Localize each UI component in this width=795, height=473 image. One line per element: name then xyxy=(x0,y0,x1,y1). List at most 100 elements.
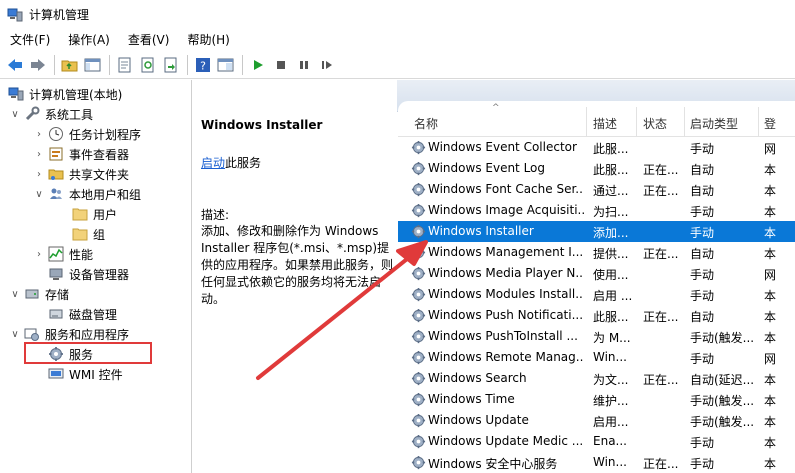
table-row[interactable]: Windows Time 维护... 手动(触发... 本 xyxy=(398,389,795,410)
table-row[interactable]: Windows Event Collector 此服... 手动 网 xyxy=(398,137,795,158)
service-name-cell: Windows 安全中心服务 xyxy=(428,457,558,471)
console-tree-icon[interactable] xyxy=(82,54,104,76)
service-gear-icon xyxy=(411,182,426,197)
expanded-chevron-icon[interactable]: ∨ xyxy=(10,104,20,124)
start-service-link[interactable]: 启动 xyxy=(201,156,225,170)
collapsed-chevron-icon[interactable]: › xyxy=(34,164,44,184)
refresh-icon[interactable] xyxy=(137,54,159,76)
expanded-chevron-icon[interactable]: ∨ xyxy=(10,284,20,304)
table-row[interactable]: Windows Remote Manag... Win... 手动 网 xyxy=(398,347,795,368)
service-logon-cell: 网 xyxy=(764,352,777,366)
service-logon-cell: 本 xyxy=(764,331,777,345)
tree-item[interactable]: 用户 xyxy=(58,204,117,224)
table-row[interactable]: Windows Management I... 提供... 正在... 自动 本 xyxy=(398,242,795,263)
up-folder-icon[interactable] xyxy=(59,54,81,76)
export-list-icon[interactable] xyxy=(160,54,182,76)
service-startup-type-cell: 自动 xyxy=(690,247,715,261)
toolbar-separator xyxy=(54,54,55,75)
service-logon-cell: 本 xyxy=(764,226,777,240)
collapsed-chevron-icon[interactable]: › xyxy=(34,144,44,164)
column-divider[interactable] xyxy=(758,107,759,137)
wmi-icon xyxy=(48,366,64,382)
service-description-cell: Win... xyxy=(593,350,627,364)
disk-icon xyxy=(48,306,64,322)
tree-item[interactable]: › 事件查看器 xyxy=(34,144,129,164)
service-description-cell: 为扫... xyxy=(593,205,629,219)
properties-icon[interactable] xyxy=(114,54,136,76)
menu-help[interactable]: 帮助(H) xyxy=(177,29,237,51)
table-row[interactable]: Windows Update Medic ... Ena... 手动 本 xyxy=(398,431,795,452)
table-row[interactable]: Windows Installer 添加... 手动 本 xyxy=(398,221,795,242)
table-row[interactable]: Windows Push Notificati... 此服... 正在... 自动 本 xyxy=(398,305,795,326)
collapsed-chevron-icon[interactable]: › xyxy=(34,244,44,264)
column-header-startup-type[interactable]: 启动类型 xyxy=(690,115,738,132)
start-service-icon[interactable] xyxy=(247,54,269,76)
tree-item[interactable]: 设备管理器 xyxy=(34,264,129,284)
service-name-cell: Windows Management I... xyxy=(428,245,584,259)
title-bar: 计算机管理 xyxy=(0,0,795,29)
back-arrow-icon[interactable] xyxy=(4,54,26,76)
collapsed-chevron-icon[interactable]: › xyxy=(34,124,44,144)
stop-service-icon[interactable] xyxy=(270,54,292,76)
tree-item[interactable]: 组 xyxy=(58,224,105,244)
service-startup-type-cell: 手动 xyxy=(690,352,715,366)
table-row[interactable]: Windows Media Player N... 使用... 手动 网 xyxy=(398,263,795,284)
service-startup-type-cell: 手动 xyxy=(690,289,715,303)
table-row[interactable]: Windows 安全中心服务 Win... 正在... 手动 本 xyxy=(398,452,795,473)
service-startup-type-cell: 手动(触发... xyxy=(690,331,755,345)
menu-action[interactable]: 操作(A) xyxy=(58,29,118,51)
service-status-cell: 正在... xyxy=(643,457,679,471)
service-startup-type-cell: 自动(延迟... xyxy=(690,373,755,387)
table-row[interactable]: Windows Font Cache Ser... 通过... 正在... 自动 本 xyxy=(398,179,795,200)
tree-item-label: 磁盘管理 xyxy=(69,307,118,322)
column-header-logon[interactable]: 登 xyxy=(764,115,776,132)
help-icon[interactable]: ? xyxy=(192,54,214,76)
expanded-chevron-icon[interactable]: ∨ xyxy=(10,324,20,344)
sort-ascending-icon: ^ xyxy=(492,103,500,113)
tree-item-label: 任务计划程序 xyxy=(69,127,142,142)
tree-item[interactable]: 磁盘管理 xyxy=(34,304,117,324)
service-status-cell: 正在... xyxy=(643,184,679,198)
table-row[interactable]: Windows Update 启用... 手动(触发... 本 xyxy=(398,410,795,431)
table-row[interactable]: Windows Modules Install... 启用 ... 手动 本 xyxy=(398,284,795,305)
service-name-cell: Windows Modules Install... xyxy=(428,287,584,301)
action-pane-icon[interactable] xyxy=(215,54,237,76)
column-divider[interactable] xyxy=(684,107,685,137)
tree-item[interactable]: ∨ 服务和应用程序 xyxy=(10,324,129,344)
tree-item[interactable]: WMI 控件 xyxy=(34,364,123,384)
tree-item[interactable]: › 共享文件夹 xyxy=(34,164,129,184)
restart-service-icon[interactable] xyxy=(316,54,338,76)
menu-file[interactable]: 文件(F) xyxy=(0,29,58,51)
service-name-cell: Windows Event Log xyxy=(428,161,546,175)
column-divider[interactable] xyxy=(586,107,587,137)
tree-item[interactable]: ∨ 存储 xyxy=(10,284,69,304)
table-row[interactable]: Windows Search 为文... 正在... 自动(延迟... 本 xyxy=(398,368,795,389)
column-header-status[interactable]: 状态 xyxy=(643,115,667,132)
pause-service-icon[interactable] xyxy=(293,54,315,76)
table-row[interactable]: Windows Image Acquisiti... 为扫... 手动 本 xyxy=(398,200,795,221)
menu-view[interactable]: 查看(V) xyxy=(118,29,178,51)
list-header: ^ 名称 描述 状态 启动类型 登 xyxy=(398,101,795,137)
expanded-chevron-icon[interactable]: ∨ xyxy=(34,184,44,204)
tree-item[interactable]: ∨ 系统工具 xyxy=(10,104,93,124)
computer-icon xyxy=(8,86,24,102)
forward-arrow-icon[interactable] xyxy=(27,54,49,76)
service-description-cell: Ena... xyxy=(593,434,627,448)
table-row[interactable]: Windows Event Log 此服... 正在... 自动 本 xyxy=(398,158,795,179)
device-manager-icon xyxy=(48,266,64,282)
table-row[interactable]: Windows PushToInstall ... 为 M... 手动(触发... 本 xyxy=(398,326,795,347)
column-divider[interactable] xyxy=(636,107,637,137)
description-label: 描述: xyxy=(201,208,230,222)
tree-item[interactable]: ∨ 本地用户和组 xyxy=(34,184,141,204)
tree-item[interactable]: › 任务计划程序 xyxy=(34,124,141,144)
column-header-description[interactable]: 描述 xyxy=(593,115,617,132)
tree-item[interactable]: › 性能 xyxy=(34,244,93,264)
service-logon-cell: 本 xyxy=(764,163,777,177)
tree-item-label: WMI 控件 xyxy=(69,367,123,382)
service-startup-type-cell: 手动 xyxy=(690,436,715,450)
column-header-name[interactable]: 名称 xyxy=(414,115,438,132)
service-name-cell: Windows Font Cache Ser... xyxy=(428,182,584,196)
tree-item[interactable]: 计算机管理(本地) xyxy=(4,84,122,104)
